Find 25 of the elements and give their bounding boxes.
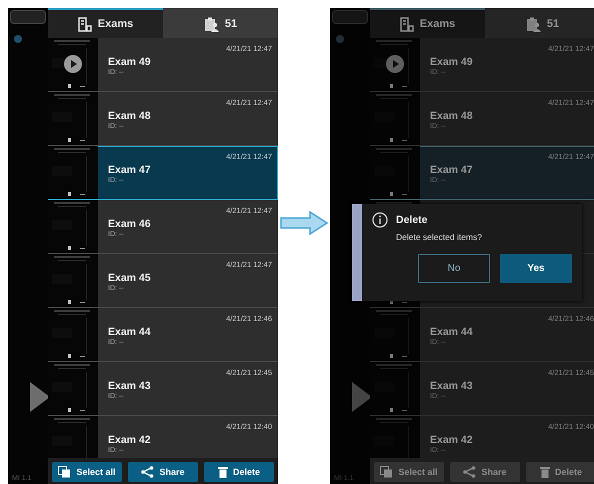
dialog-message: Delete selected items? <box>396 232 483 242</box>
exam-name: Exam 45 <box>108 272 151 284</box>
exam-name: Exam 46 <box>108 218 151 230</box>
exam-name: Exam 44 <box>430 326 473 338</box>
exam-name: Exam 49 <box>430 56 473 68</box>
dialog-title: Delete <box>396 214 428 226</box>
tab[interactable]: Exams <box>48 8 163 38</box>
tab[interactable]: Exams <box>370 8 485 38</box>
exam-name: Exam 48 <box>108 110 151 122</box>
exam-name: Exam 47 <box>108 164 151 176</box>
exam-name: Exam 43 <box>108 380 151 392</box>
exam-name: Exam 47 <box>430 164 473 176</box>
tab[interactable]: 51 <box>163 8 278 38</box>
dialog-button[interactable]: Yes <box>500 254 572 283</box>
exam-name: Exam 43 <box>430 380 473 392</box>
exam-name: Exam 49 <box>108 56 151 68</box>
exam-name: Exam 44 <box>108 326 151 338</box>
action-button[interactable]: Share <box>128 462 198 482</box>
exam-name: Exam 42 <box>430 434 473 446</box>
tab[interactable]: 51 <box>485 8 594 38</box>
dialog-button[interactable]: No <box>418 254 490 283</box>
exam-name: Exam 48 <box>430 110 473 122</box>
action-button[interactable]: Select all <box>52 462 122 482</box>
exam-name: Exam 42 <box>108 434 151 446</box>
action-button[interactable]: Delete <box>204 462 274 482</box>
